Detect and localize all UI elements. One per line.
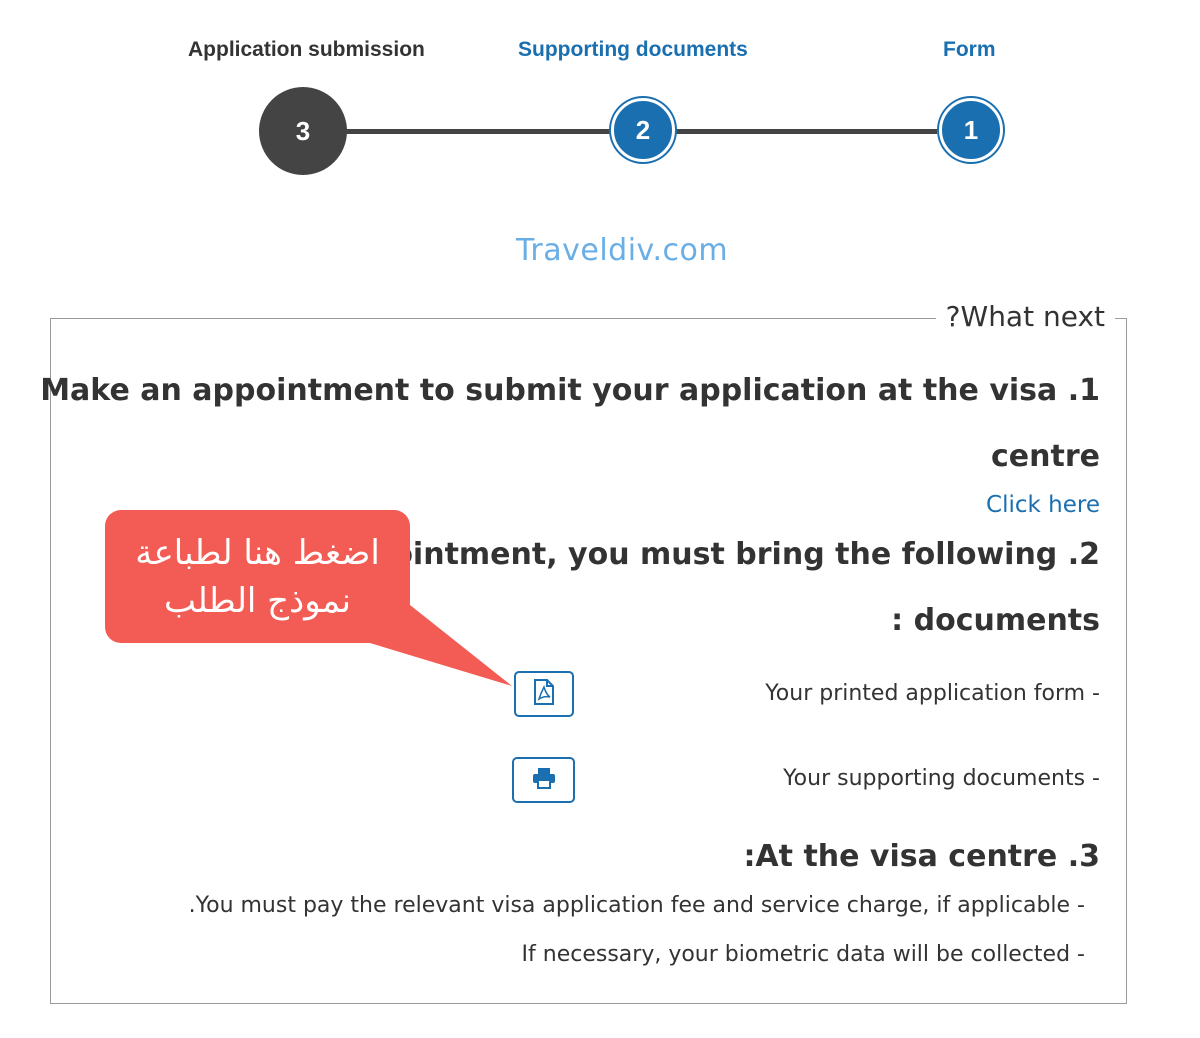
step-connector — [345, 129, 610, 134]
step-circle-1[interactable]: 1 — [939, 98, 1003, 162]
document-item-supporting-documents: Your supporting documents - — [783, 766, 1100, 791]
section-3-heading: :At the visa centre .3 — [743, 839, 1100, 874]
click-here-link[interactable]: Click here — [986, 492, 1100, 518]
print-form-callout: اضغط هنا لطباعة نموذج الطلب — [105, 510, 410, 643]
step-number: 2 — [635, 114, 651, 145]
callout-line-1: اضغط هنا لطباعة — [135, 532, 380, 573]
step-circle-2[interactable]: 2 — [611, 98, 675, 162]
step-connector — [675, 129, 937, 134]
print-icon — [532, 767, 556, 794]
section-2-heading-continued: : documents — [891, 603, 1100, 638]
step-label-form[interactable]: Form — [943, 38, 996, 62]
print-supporting-documents-button[interactable] — [512, 757, 575, 803]
document-item-application-form: Your printed application form - — [765, 681, 1100, 706]
step-label-application-submission: Application submission — [188, 38, 425, 61]
section-1-heading-continued: centre — [991, 439, 1100, 474]
step-circle-3: 3 — [259, 87, 347, 175]
watermark: Traveldiv.com — [516, 233, 729, 268]
visa-centre-item-fee: .You must pay the relevant visa applicat… — [188, 893, 1085, 918]
panel-legend: ?What next — [935, 300, 1115, 333]
step-label-supporting-documents[interactable]: Supporting documents — [518, 38, 748, 62]
visa-centre-item-biometric: If necessary, your biometric data will b… — [521, 942, 1085, 967]
section-1-heading: Make an appointment to submit your appli… — [40, 373, 1100, 408]
progress-stepper: Application submission Supporting docume… — [0, 0, 1200, 200]
callout-line-2: نموذج الطلب — [164, 580, 351, 621]
print-application-form-button[interactable] — [514, 671, 574, 717]
step-number: 1 — [963, 114, 979, 145]
step-number: 3 — [295, 115, 311, 146]
section-2-heading: r appointment, you must bring the follow… — [303, 537, 1100, 572]
pdf-icon — [533, 678, 555, 710]
